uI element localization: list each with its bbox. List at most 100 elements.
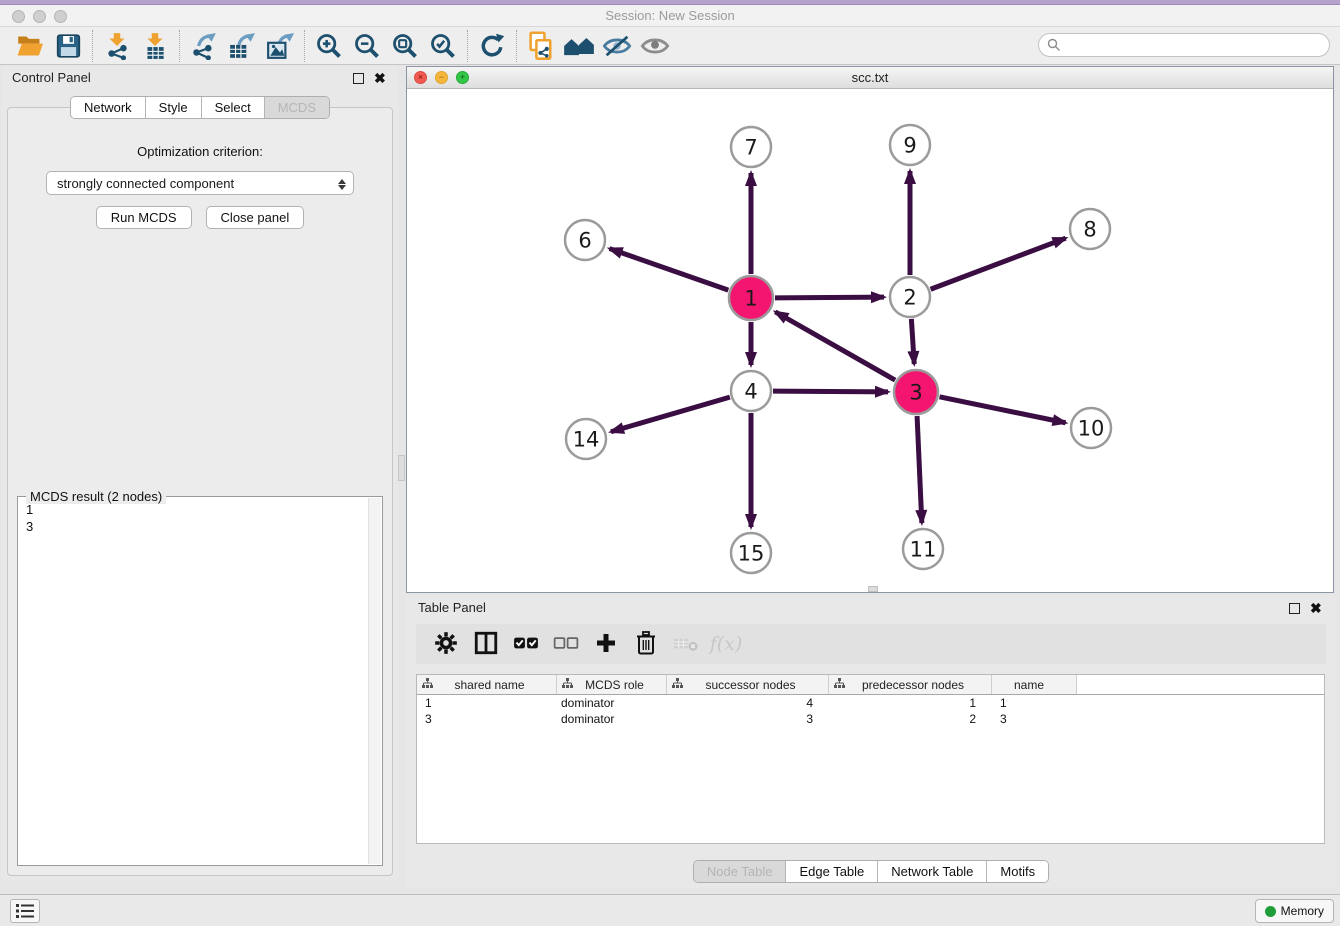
edge-4-3[interactable] xyxy=(773,391,888,392)
dropdown-stepper-icon xyxy=(337,174,347,194)
split-columns-icon xyxy=(473,630,499,659)
export-table-button[interactable] xyxy=(223,30,261,62)
node-14[interactable]: 14 xyxy=(566,419,606,459)
table-header-row: shared nameMCDS role successor nodes prede… xyxy=(417,675,1324,695)
memory-button[interactable]: Memory xyxy=(1255,899,1334,923)
optimization-criterion-label: Optimization criterion: xyxy=(8,144,392,159)
import-table-button[interactable] xyxy=(136,30,174,62)
column-header-MCDS-role[interactable]: MCDS role xyxy=(557,675,667,694)
tab-style[interactable]: Style xyxy=(146,97,202,118)
export-network-button[interactable] xyxy=(185,30,223,62)
network-canvas[interactable]: 7 9 6 8 1 2 4 3 14 10 15 11 xyxy=(407,89,1333,592)
hide-selection-icon xyxy=(602,33,632,59)
delete-entry-button[interactable] xyxy=(628,627,664,661)
node-8[interactable]: 8 xyxy=(1070,209,1110,249)
edge-4-14[interactable] xyxy=(611,397,730,432)
search-box[interactable] xyxy=(1038,33,1330,57)
result-scrollbar[interactable] xyxy=(368,498,381,864)
node-3[interactable]: 3 xyxy=(894,370,938,414)
float-table-panel-icon[interactable] xyxy=(1289,603,1300,614)
close-panel-button[interactable]: Close panel xyxy=(206,206,305,229)
tab-node-table[interactable]: Node Table xyxy=(694,861,787,882)
node-table[interactable]: shared nameMCDS role successor nodes prede… xyxy=(416,674,1325,844)
add-entry-button[interactable] xyxy=(588,627,624,661)
run-mcds-button[interactable]: Run MCDS xyxy=(96,206,192,229)
zoom-out-button[interactable] xyxy=(348,30,386,62)
result-line: 3 xyxy=(26,518,374,535)
close-table-panel-icon[interactable]: ✖ xyxy=(1310,600,1324,614)
edge-2-3[interactable] xyxy=(911,319,914,364)
import-network-button[interactable] xyxy=(98,30,136,62)
network-view-window: × − + scc.txt 7 9 6 8 1 2 4 3 14 10 15 11 xyxy=(406,66,1334,593)
node-label: 15 xyxy=(738,541,765,565)
node-7[interactable]: 7 xyxy=(731,127,771,167)
column-label: successor nodes xyxy=(683,678,828,692)
tab-select[interactable]: Select xyxy=(202,97,265,118)
close-panel-icon[interactable]: ✖ xyxy=(374,70,388,84)
criterion-dropdown[interactable]: strongly connected component xyxy=(46,171,354,195)
split-columns-button[interactable] xyxy=(468,627,504,661)
deselect-checks-button[interactable] xyxy=(548,627,584,661)
edge-2-8[interactable] xyxy=(931,238,1066,289)
node-11[interactable]: 11 xyxy=(903,529,943,569)
edge-1-6[interactable] xyxy=(610,249,729,291)
show-all-button[interactable] xyxy=(636,30,674,62)
node-label: 14 xyxy=(573,427,600,451)
new-network-from-selection-button[interactable] xyxy=(522,30,560,62)
mcds-panel: Optimization criterion: strongly connect… xyxy=(7,107,393,876)
column-header-shared-name[interactable]: shared name xyxy=(417,675,557,694)
toolbar-group xyxy=(516,30,679,62)
gear-icon xyxy=(433,630,459,659)
hide-selection-button[interactable] xyxy=(598,30,636,62)
tab-network[interactable]: Network xyxy=(71,97,146,118)
panel-splitter-handle[interactable] xyxy=(398,455,405,481)
node-15[interactable]: 15 xyxy=(731,533,771,573)
control-panel: Control Panel ✖ NetworkStyleSelectMCDS O… xyxy=(2,66,398,880)
column-label: predecessor nodes xyxy=(845,678,991,692)
network-window-titlebar[interactable]: × − + scc.txt xyxy=(407,67,1333,89)
float-panel-icon[interactable] xyxy=(353,73,364,84)
table-row[interactable]: 3dominator323 xyxy=(417,711,1324,727)
export-image-button[interactable] xyxy=(261,30,299,62)
column-header-successor-nodes[interactable]: successor nodes xyxy=(667,675,829,694)
edge-1-2[interactable] xyxy=(775,297,884,298)
column-header-name[interactable]: name xyxy=(992,675,1077,694)
tab-motifs[interactable]: Motifs xyxy=(987,861,1048,882)
node-10[interactable]: 10 xyxy=(1071,408,1111,448)
node-1[interactable]: 1 xyxy=(729,276,773,320)
cell-shared-name: 1 xyxy=(417,695,557,711)
node-label: 6 xyxy=(578,228,591,252)
node-label: 8 xyxy=(1083,217,1096,241)
node-9[interactable]: 9 xyxy=(890,125,930,165)
save-session-button[interactable] xyxy=(49,30,87,62)
edge-3-10[interactable] xyxy=(940,397,1066,423)
toolbar-group xyxy=(179,30,304,62)
first-neighbors-button[interactable] xyxy=(560,30,598,62)
column-header-predecessor-nodes[interactable]: predecessor nodes xyxy=(829,675,992,694)
zoom-in-icon xyxy=(315,32,343,60)
zoom-in-button[interactable] xyxy=(310,30,348,62)
search-input[interactable] xyxy=(1061,38,1329,52)
select-all-checks-button[interactable] xyxy=(508,627,544,661)
toolbar-group xyxy=(6,30,92,62)
tab-mcds[interactable]: MCDS xyxy=(265,97,329,118)
tab-edge-table[interactable]: Edge Table xyxy=(786,861,878,882)
window-resize-handle[interactable] xyxy=(868,586,878,592)
edge-3-11[interactable] xyxy=(917,416,922,523)
gear-button[interactable] xyxy=(428,627,464,661)
node-2[interactable]: 2 xyxy=(890,277,930,317)
node-4[interactable]: 4 xyxy=(731,371,771,411)
memory-status-icon xyxy=(1265,906,1276,917)
edge-3-1[interactable] xyxy=(775,312,895,380)
zoom-selected-button[interactable] xyxy=(424,30,462,62)
refresh-view-button[interactable] xyxy=(473,30,511,62)
cell-predecessor-nodes: 2 xyxy=(829,711,992,727)
open-file-button[interactable] xyxy=(11,30,49,62)
node-6[interactable]: 6 xyxy=(565,220,605,260)
zoom-fit-button[interactable] xyxy=(386,30,424,62)
delete-column-icon xyxy=(673,632,699,657)
table-row[interactable]: 1dominator411 xyxy=(417,695,1324,711)
tab-network-table[interactable]: Network Table xyxy=(878,861,987,882)
toolbar-group xyxy=(304,30,467,62)
task-history-button[interactable] xyxy=(10,899,40,923)
